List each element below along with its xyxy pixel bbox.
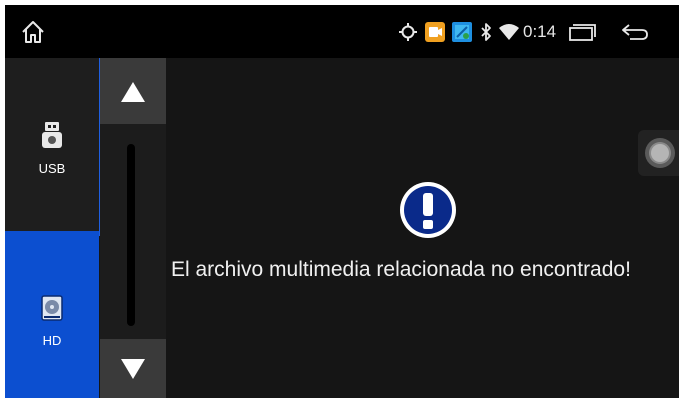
media-content-area: El archivo multimedia relacionada no enc…: [166, 58, 679, 398]
status-clock: 0:14: [523, 21, 557, 41]
source-hd-label: HD: [42, 333, 62, 348]
home-icon[interactable]: [19, 18, 47, 46]
floating-assistive-button[interactable]: [638, 130, 679, 176]
up-arrow-icon: [119, 78, 147, 106]
scroll-up-button[interactable]: [100, 58, 166, 124]
scroll-column: [100, 58, 166, 398]
scroll-down-button[interactable]: [100, 339, 166, 398]
hard-disk-icon: [41, 295, 63, 321]
app-notification-icon: [452, 21, 472, 42]
wifi-icon: [498, 23, 520, 41]
status-icons: 0:14: [398, 5, 650, 58]
down-arrow-icon: [119, 355, 147, 383]
back-icon[interactable]: [620, 21, 650, 43]
app-notification-icon: [425, 21, 445, 42]
scrollbar-track[interactable]: [127, 144, 135, 326]
source-hd-button[interactable]: HD: [5, 231, 99, 398]
recents-icon[interactable]: [568, 22, 598, 42]
not-found-message: El archivo multimedia relacionada no enc…: [171, 258, 631, 281]
exclamation-icon: [398, 180, 458, 240]
source-usb-label: USB: [38, 161, 66, 176]
app-window: 0:14 USB HD El archivo multimedia relaci…: [5, 5, 679, 398]
status-bar: 0:14: [5, 5, 679, 58]
location-icon: [398, 22, 418, 42]
source-sidebar: USB HD: [5, 58, 99, 398]
bluetooth-icon: [480, 22, 492, 42]
usb-drive-icon: [41, 122, 63, 148]
source-usb-button[interactable]: USB: [5, 58, 99, 231]
